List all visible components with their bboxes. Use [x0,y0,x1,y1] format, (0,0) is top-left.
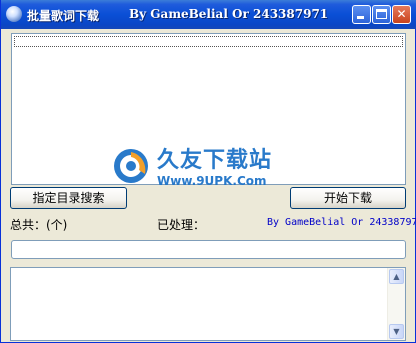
app-icon [6,6,22,22]
close-button[interactable]: ✕ [392,5,411,24]
maximize-icon [376,9,387,19]
progress-bar [11,240,406,259]
window-title: 批量歌词下载 [27,9,100,23]
vertical-scrollbar[interactable]: ▲ ▼ [387,268,405,340]
total-count-label: 总共：(个) [10,218,68,232]
title-bar[interactable]: 批量歌词下载 By GameBelial Or 243387971 ✕ [1,0,416,29]
scroll-down-icon[interactable]: ▼ [389,324,404,339]
main-window: 批量歌词下载 By GameBelial Or 243387971 ✕ 指定目录… [0,0,416,343]
minimize-icon [357,16,364,19]
scroll-up-icon[interactable]: ▲ [389,269,404,284]
start-download-button[interactable]: 开始下载 [290,187,406,209]
minimize-button[interactable] [352,5,371,24]
author-credit: By GameBelial Or 243387971 [267,217,416,228]
focus-rectangle [14,36,403,47]
processed-label: 已处理： [157,218,206,232]
file-list[interactable] [11,33,406,185]
log-output[interactable]: ▲ ▼ [10,267,406,341]
folder-search-button[interactable]: 指定目录搜索 [10,187,127,209]
close-icon: ✕ [396,7,407,21]
maximize-button[interactable] [372,5,391,24]
title-credit: By GameBelial Or 243387971 [129,7,329,21]
